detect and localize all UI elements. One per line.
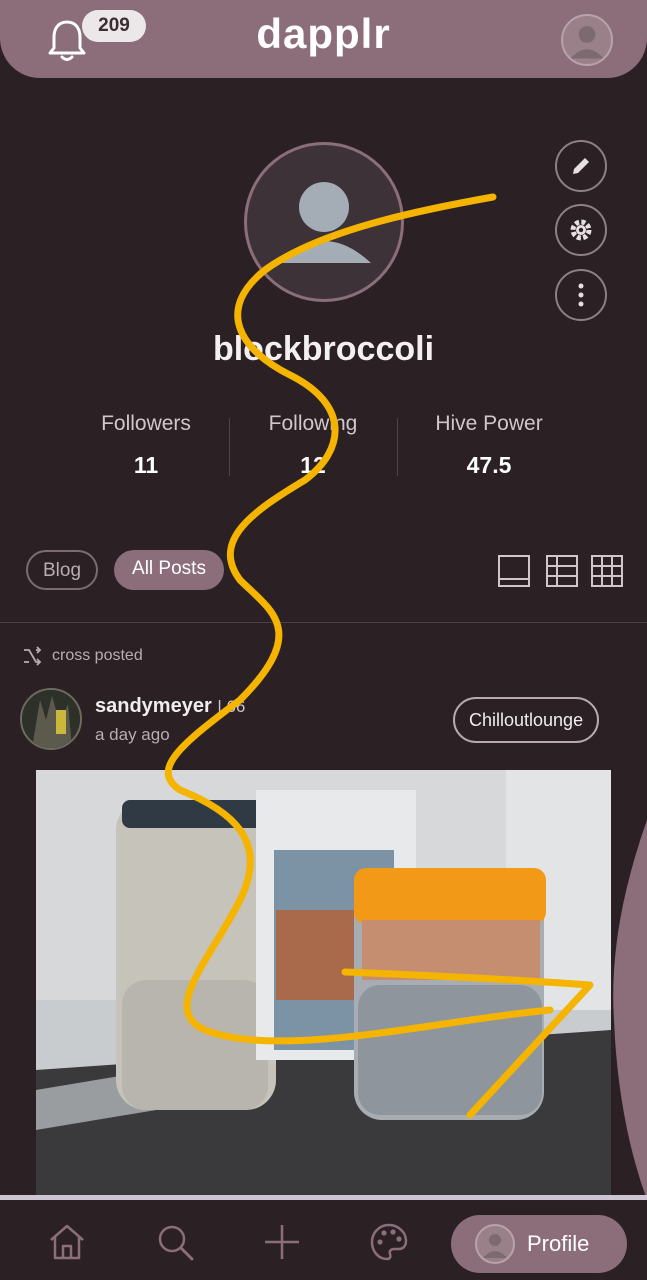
community-badge[interactable]: Chilloutlounge — [453, 697, 600, 743]
list-view-icon[interactable] — [545, 554, 579, 588]
author-avatar[interactable] — [20, 688, 82, 750]
home-icon[interactable] — [47, 1222, 87, 1262]
pencil-icon — [573, 158, 589, 174]
stat-followers[interactable]: Followers 11 — [61, 412, 231, 479]
settings-button[interactable] — [555, 204, 607, 256]
stat-value: 47.5 — [466, 452, 512, 478]
add-icon[interactable] — [262, 1222, 302, 1262]
side-wave — [613, 820, 647, 1200]
stat-label: Following — [268, 412, 358, 435]
edit-profile-button[interactable] — [555, 140, 607, 192]
stat-label: Followers — [101, 412, 191, 435]
author-username[interactable]: sandymeyer — [95, 695, 212, 717]
stat-label: Hive Power — [435, 412, 543, 435]
nav-profile-tab[interactable]: Profile — [451, 1215, 627, 1273]
post-time: a day ago — [95, 725, 170, 744]
post-image[interactable] — [36, 770, 611, 1195]
header-avatar[interactable] — [561, 14, 613, 66]
stat-value: 12 — [300, 452, 326, 478]
divider — [397, 418, 398, 476]
nav-avatar — [475, 1224, 515, 1264]
shuffle-icon — [24, 646, 42, 666]
gear-icon — [570, 219, 592, 241]
profile-username: blockbroccoli — [212, 330, 435, 368]
grid-view-icon[interactable] — [590, 554, 624, 588]
app-header: 209 dapplr — [0, 0, 647, 78]
crosspost-text: cross posted — [52, 647, 143, 664]
author-reputation: 66 — [226, 697, 246, 716]
author-name[interactable]: sandymeyer | 66 — [95, 695, 245, 718]
single-view-icon[interactable] — [497, 554, 531, 588]
nav-profile-label: Profile — [527, 1231, 590, 1256]
more-vertical-icon — [578, 283, 584, 307]
palette-icon[interactable] — [369, 1222, 409, 1262]
crosspost-label: cross posted — [22, 646, 143, 666]
stat-hive-power[interactable]: Hive Power 47.5 — [404, 412, 574, 479]
stat-value: 11 — [133, 452, 159, 478]
tab-blog[interactable]: Blog — [26, 550, 98, 590]
divider — [0, 622, 647, 623]
search-icon[interactable] — [155, 1222, 195, 1262]
app-logo: dapplr — [256, 10, 391, 57]
tab-all-posts[interactable]: All Posts — [114, 550, 224, 590]
stat-following[interactable]: Following 12 — [228, 412, 398, 479]
profile-avatar — [244, 142, 404, 302]
more-options-button[interactable] — [555, 269, 607, 321]
